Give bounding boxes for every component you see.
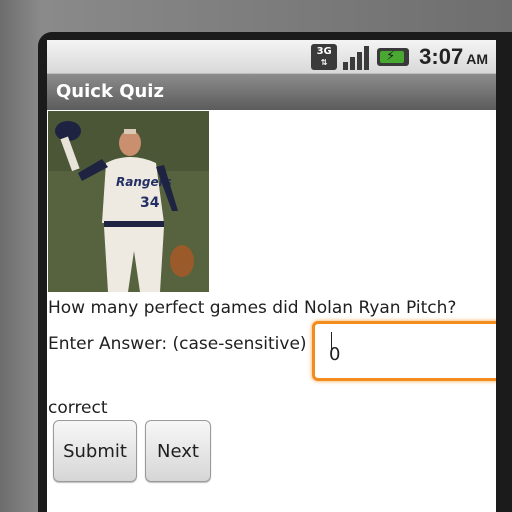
charging-bolt-icon: ⚡	[386, 49, 396, 64]
answer-label: Enter Answer: (case-sensitive)	[48, 334, 307, 354]
network-3g-icon: 3G ⇅	[311, 44, 338, 70]
answer-input[interactable]	[312, 321, 496, 381]
clock-time: 3:07	[419, 44, 464, 69]
phone-screen: 3G ⇅ ⚡ 3:07 AM Quick Quiz Rangers 34 How…	[47, 40, 496, 512]
text-caret	[331, 332, 332, 354]
quiz-question: How many perfect games did Nolan Ryan Pi…	[48, 298, 457, 318]
baseball-player-image: Rangers 34	[48, 111, 209, 292]
signal-strength-icon	[343, 44, 371, 70]
status-bar: 3G ⇅ ⚡ 3:07 AM	[47, 40, 496, 74]
submit-button[interactable]: Submit	[53, 420, 137, 482]
status-clock: 3:07 AM	[419, 44, 488, 70]
clock-ampm: AM	[466, 51, 488, 67]
status-icons: 3G ⇅ ⚡ 3:07 AM	[311, 43, 488, 71]
app-title: Quick Quiz	[56, 81, 164, 102]
jersey-number: 34	[140, 195, 160, 211]
data-arrows-icon: ⇅	[320, 58, 328, 67]
network-type-label: 3G	[316, 46, 332, 57]
app-title-bar: Quick Quiz	[47, 74, 496, 110]
next-button[interactable]: Next	[145, 420, 211, 482]
result-text: correct	[48, 398, 108, 418]
player-photo: Rangers 34	[48, 111, 209, 292]
battery-charging-icon: ⚡	[377, 48, 410, 66]
device-frame: 3G ⇅ ⚡ 3:07 AM Quick Quiz Rangers 34 How…	[0, 0, 512, 512]
